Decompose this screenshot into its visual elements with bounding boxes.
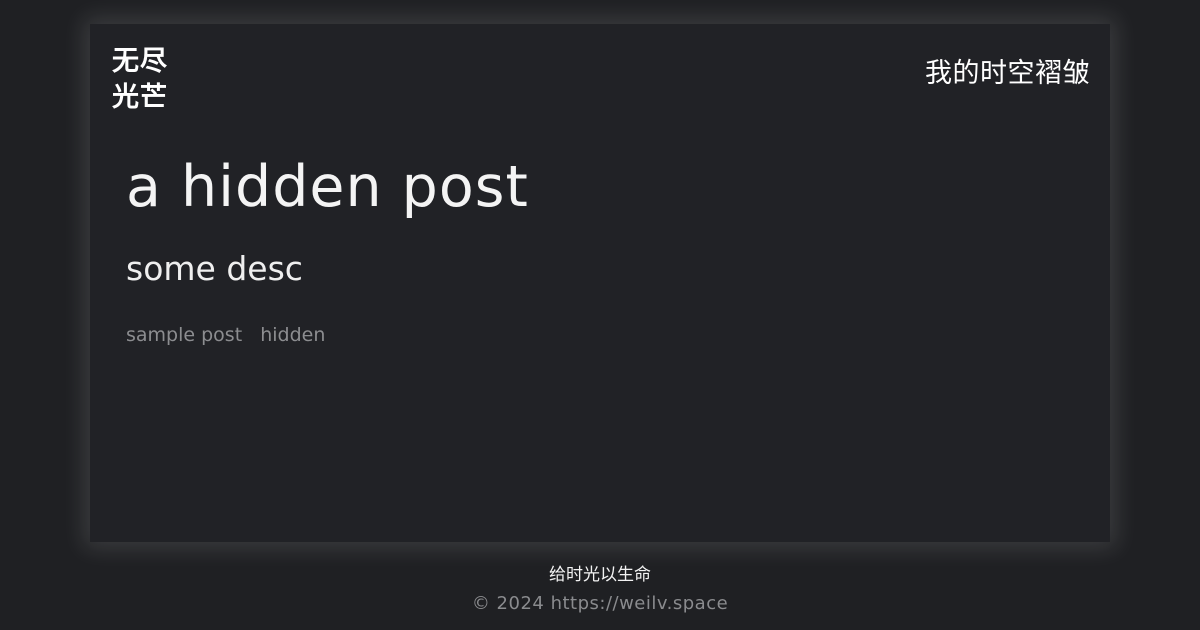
footer-copyright: © 2024 https://weilv.space	[471, 593, 729, 614]
og-image: 无尽 光芒 我的时空褶皱 a hidden post some desc sam…	[0, 0, 1200, 630]
site-logo[interactable]: 无尽 光芒	[112, 44, 192, 116]
logo-line-2: 光芒	[112, 82, 168, 113]
post-description: some desc	[126, 249, 303, 288]
site-title[interactable]: 我的时空褶皱	[925, 56, 1090, 92]
tag-sample-post[interactable]: sample post	[126, 322, 242, 348]
logo-line-1: 无尽	[112, 46, 168, 77]
post-title: a hidden post	[126, 154, 529, 220]
footer-motto: 给时光以生命	[549, 565, 651, 585]
tag-hidden[interactable]: hidden	[260, 322, 325, 348]
tag-list: sample post hidden	[126, 322, 337, 348]
post-card: 无尽 光芒 我的时空褶皱 a hidden post some desc sam…	[90, 24, 1110, 542]
